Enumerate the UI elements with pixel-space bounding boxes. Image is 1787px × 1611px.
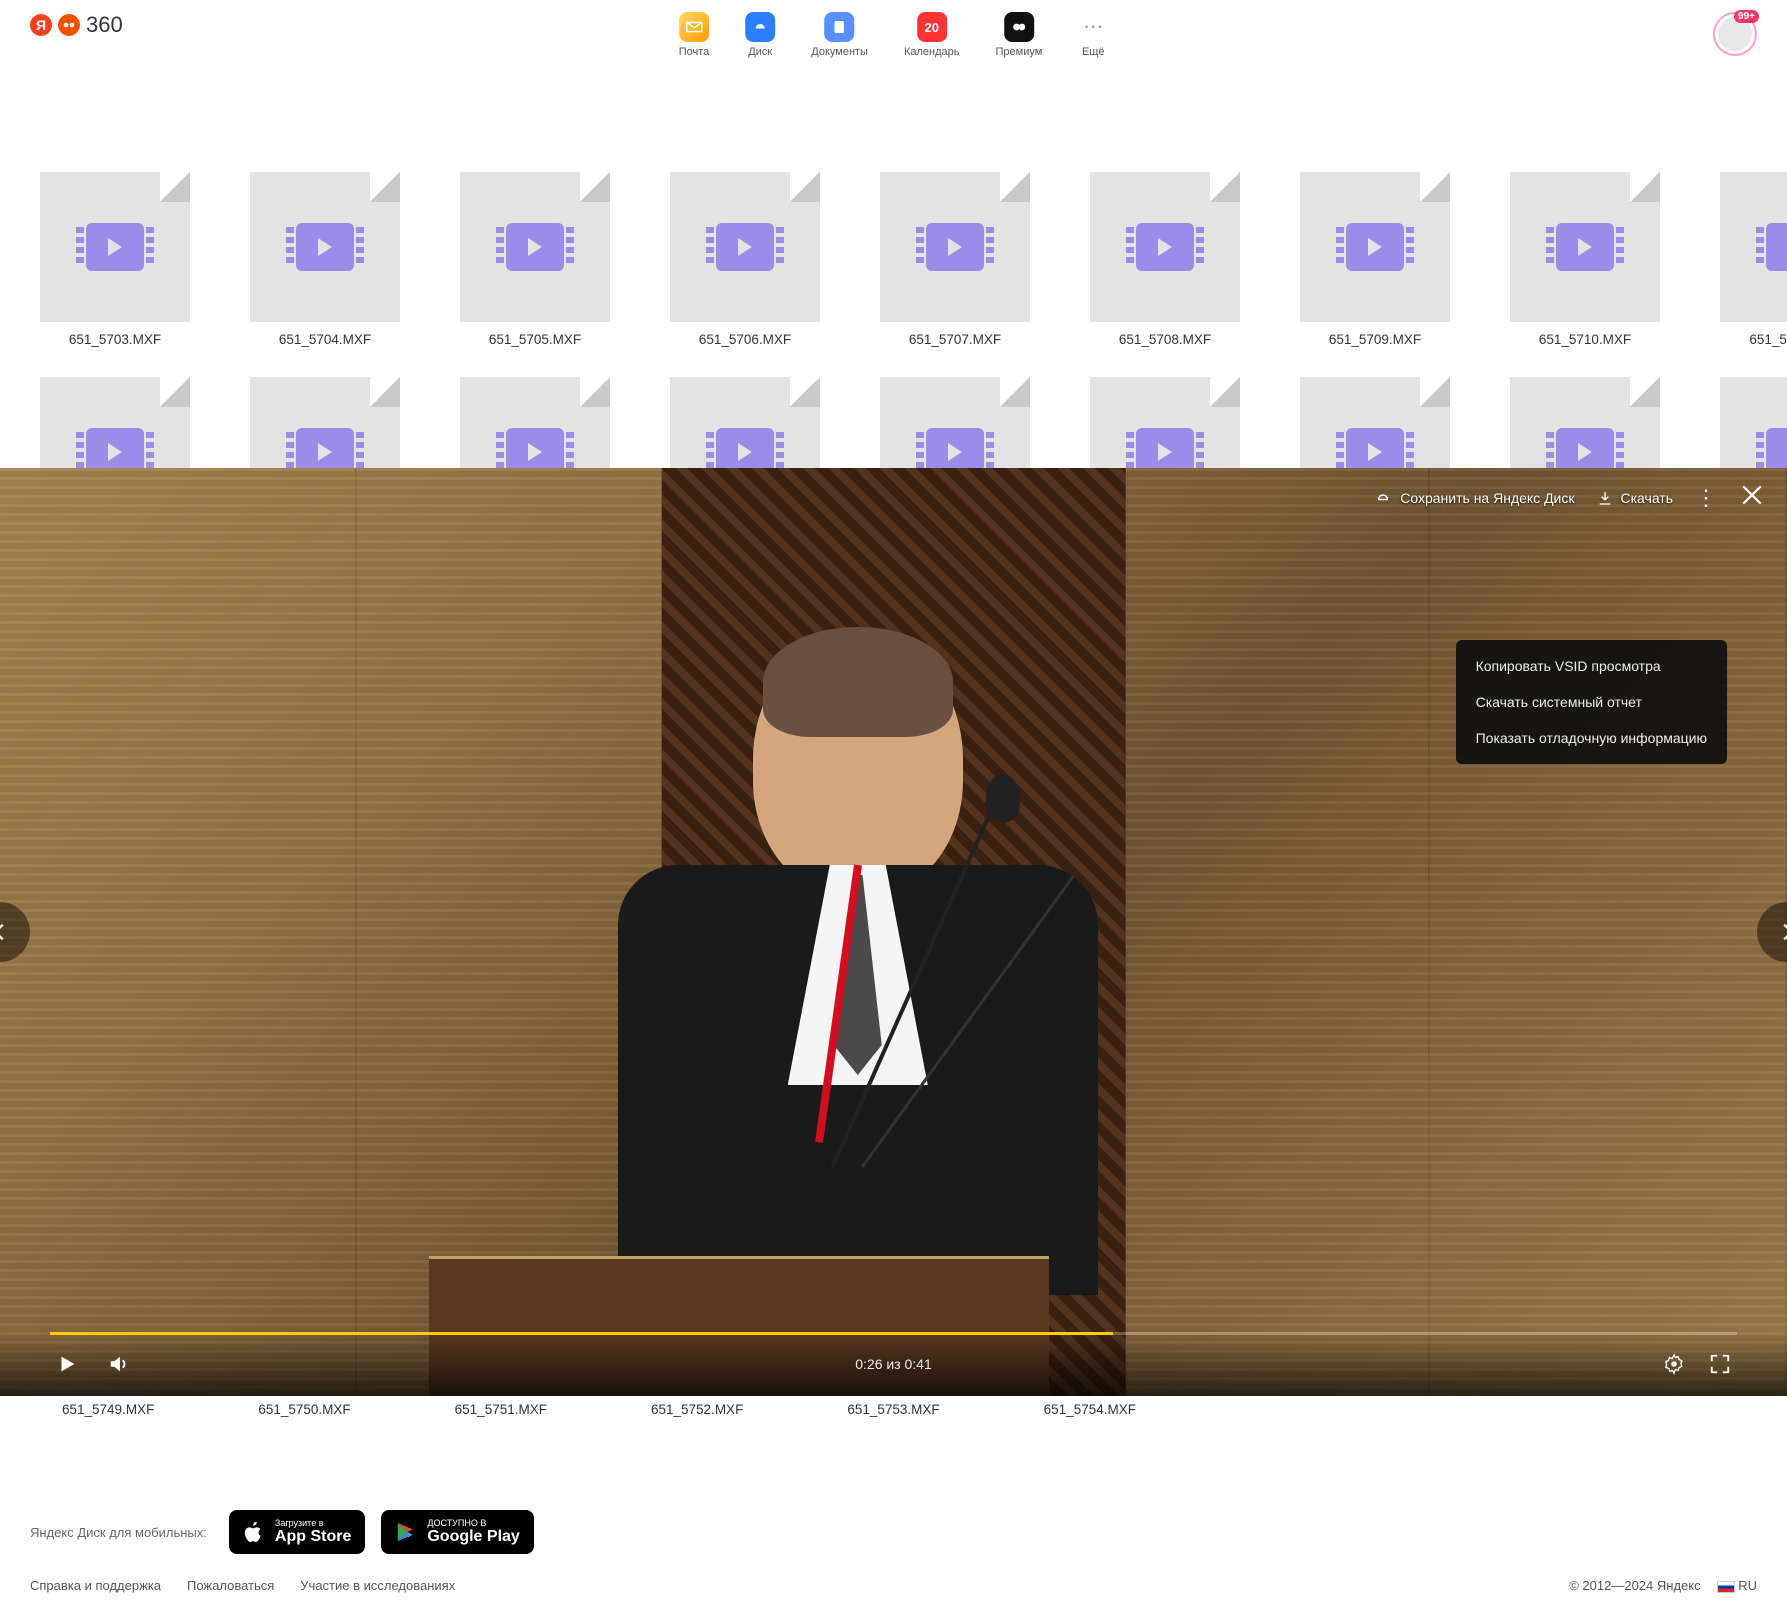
file-item[interactable]: 651_5710.MXF: [1510, 172, 1660, 347]
overlay-top-actions: Сохранить на Яндекс Диск Скачать ⋮: [1374, 482, 1765, 513]
video-file-icon: [250, 172, 400, 322]
fullscreen-button[interactable]: [1709, 1353, 1731, 1375]
file-item[interactable]: 651_5705.MXF: [460, 172, 610, 347]
file-name: 651_5707.MXF: [909, 332, 1001, 347]
service-premium[interactable]: Премиум: [995, 12, 1042, 58]
file-item[interactable]: 651_5707.MXF: [880, 172, 1030, 347]
file-item[interactable]: 651_5703.MXF: [40, 172, 190, 347]
time-display: 0:26 из 0:41: [855, 1356, 932, 1372]
footer-right: © 2012—2024 Яндекс RU: [1569, 1578, 1757, 1593]
video-file-icon: [460, 172, 610, 322]
file-name: 651_5710.MXF: [1539, 332, 1631, 347]
player-bar: 0:26 из 0:41: [0, 1332, 1787, 1396]
link-research[interactable]: Участие в исследованиях: [300, 1578, 455, 1593]
progress-fill: [50, 1332, 1113, 1335]
googleplay-button[interactable]: ДОСТУПНО В Google Play: [381, 1510, 533, 1554]
file-name: 651_5708.MXF: [1119, 332, 1211, 347]
debug-context-menu: Копировать VSID просмотра Скачать систем…: [1456, 640, 1727, 764]
prev-arrow[interactable]: [0, 902, 30, 962]
file-item[interactable]: 651_5711.MXF: [1720, 172, 1787, 347]
file-name: 651_5753.MXF: [825, 1402, 961, 1417]
download-button[interactable]: Скачать: [1597, 490, 1674, 506]
file-item[interactable]: 651_5704.MXF: [250, 172, 400, 347]
appstore-button[interactable]: Загрузите в App Store: [229, 1510, 365, 1554]
video-file-icon: [880, 172, 1030, 322]
disk-save-icon: [1374, 489, 1392, 507]
video-file-icon: [40, 172, 190, 322]
video-preview-overlay: Сохранить на Яндекс Диск Скачать ⋮ Копир…: [0, 468, 1787, 1396]
file-name: 651_5749.MXF: [40, 1402, 176, 1417]
video-file-icon: [670, 172, 820, 322]
service-calendar[interactable]: 20 Календарь: [904, 12, 960, 58]
video-file-icon: [1090, 172, 1240, 322]
file-name: 651_5706.MXF: [699, 332, 791, 347]
service-mail[interactable]: Почта: [679, 12, 710, 58]
file-name: 651_5705.MXF: [489, 332, 581, 347]
more-icon: ⋯: [1078, 12, 1108, 42]
file-grid-row2-names: 651_5749.MXF 651_5750.MXF 651_5751.MXF 651_…: [0, 1402, 1787, 1417]
page-footer: Яндекс Диск для мобильных: Загрузите в A…: [0, 1490, 1787, 1611]
mobile-label: Яндекс Диск для мобильных:: [30, 1525, 207, 1540]
service-documents[interactable]: Документы: [811, 12, 868, 58]
video-content[interactable]: Сохранить на Яндекс Диск Скачать ⋮ Копир…: [0, 468, 1787, 1396]
close-button[interactable]: [1739, 482, 1765, 513]
menu-copy-vsid[interactable]: Копировать VSID просмотра: [1456, 648, 1727, 684]
logo-text: 360: [86, 12, 123, 38]
file-name: 651_5711.MXF: [1749, 332, 1787, 347]
save-to-disk-button[interactable]: Сохранить на Яндекс Диск: [1374, 489, 1574, 507]
file-name: 651_5754.MXF: [1022, 1402, 1158, 1417]
next-arrow[interactable]: [1757, 902, 1787, 962]
file-name: 651_5750.MXF: [236, 1402, 372, 1417]
menu-download-report[interactable]: Скачать системный отчет: [1456, 684, 1727, 720]
mobile-apps-row: Яндекс Диск для мобильных: Загрузите в A…: [30, 1510, 1757, 1554]
service-disk[interactable]: Диск: [745, 12, 775, 58]
footer-links: Справка и поддержка Пожаловаться Участие…: [30, 1578, 1757, 1593]
documents-icon: [825, 12, 855, 42]
google-play-icon: [395, 1520, 417, 1544]
settings-button[interactable]: [1663, 1353, 1685, 1375]
file-name: 651_5703.MXF: [69, 332, 161, 347]
file-item[interactable]: 651_5708.MXF: [1090, 172, 1240, 347]
file-name: 651_5752.MXF: [629, 1402, 765, 1417]
header-right: 99+: [1713, 12, 1757, 56]
file-name: 651_5709.MXF: [1329, 332, 1421, 347]
flag-ru-icon: [1717, 1581, 1735, 1593]
services-nav: Почта Диск Документы 20 Календарь Премиу…: [679, 12, 1109, 58]
link-report[interactable]: Пожаловаться: [187, 1578, 274, 1593]
yandex-y-icon: Я: [30, 14, 52, 36]
file-name: 651_5704.MXF: [279, 332, 371, 347]
volume-button[interactable]: [108, 1353, 130, 1375]
download-icon: [1597, 490, 1613, 506]
service-more[interactable]: ⋯ Ещё: [1078, 12, 1108, 58]
video-file-icon: [1300, 172, 1450, 322]
calendar-icon: 20: [917, 12, 947, 42]
copyright: © 2012—2024 Яндекс: [1569, 1578, 1700, 1593]
video-file-icon: [1720, 172, 1787, 322]
disk-icon: [745, 12, 775, 42]
lang-switch[interactable]: RU: [1717, 1578, 1757, 1593]
logo-block[interactable]: Я 360: [30, 12, 123, 38]
user-avatar[interactable]: 99+: [1713, 12, 1757, 56]
file-item[interactable]: 651_5706.MXF: [670, 172, 820, 347]
app-header: Я 360 Почта Диск Документы 20 Календарь …: [0, 0, 1787, 72]
play-button[interactable]: [56, 1353, 78, 1375]
video-file-icon: [1510, 172, 1660, 322]
link-help[interactable]: Справка и поддержка: [30, 1578, 161, 1593]
logo-360-icon: [58, 14, 80, 36]
file-item[interactable]: 651_5709.MXF: [1300, 172, 1450, 347]
more-options-button[interactable]: ⋮: [1695, 491, 1717, 504]
mail-icon: [679, 12, 709, 42]
apple-icon: [243, 1519, 265, 1545]
menu-show-debug[interactable]: Показать отладочную информацию: [1456, 720, 1727, 756]
notification-badge: 99+: [1734, 10, 1759, 23]
file-name: 651_5751.MXF: [433, 1402, 569, 1417]
premium-icon: [1004, 12, 1034, 42]
